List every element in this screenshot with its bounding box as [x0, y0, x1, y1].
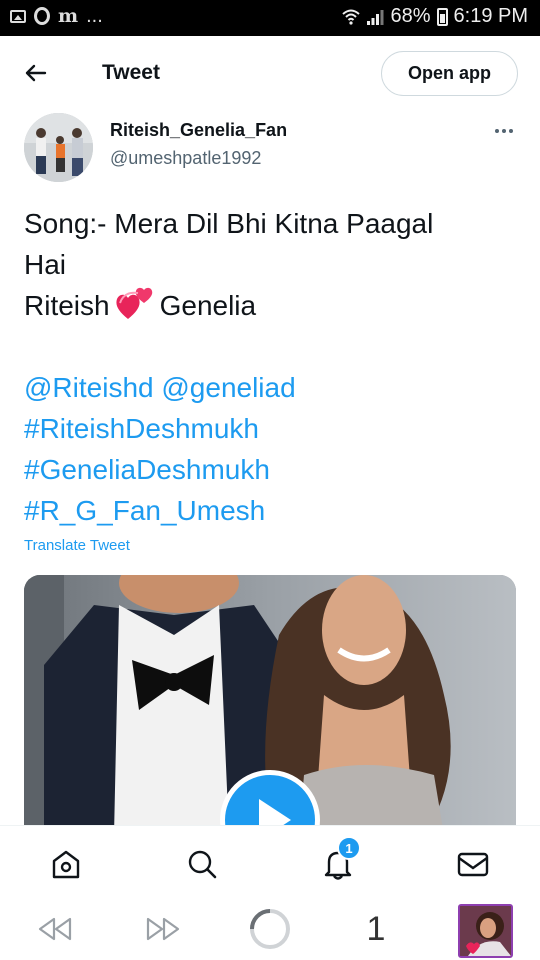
page-title: Tweet [102, 61, 160, 84]
status-time: 6:19 PM [453, 5, 528, 27]
home-icon [52, 850, 80, 879]
signal-icon [367, 9, 384, 25]
back-button[interactable] [18, 58, 54, 88]
open-app-button[interactable]: Open app [381, 51, 518, 96]
nav-search[interactable] [184, 846, 220, 882]
mention-link[interactable]: @geneliad [161, 372, 295, 403]
tweet-text: Song:- Mera Dil Bhi Kitna Paagal Hai Rit… [24, 203, 524, 531]
tweet-header: Tweet Open app [0, 36, 540, 110]
battery-icon [436, 7, 448, 26]
battery-percent: 68% [390, 5, 431, 27]
author-handle[interactable]: @umeshpatle1992 [110, 148, 261, 169]
browser-forward-button[interactable] [140, 909, 188, 949]
profile-thumbnail[interactable] [458, 904, 513, 958]
rewind-icon [38, 917, 72, 941]
hashtag-link[interactable]: #RiteishDeshmukh [24, 408, 524, 449]
tweet-text-line-3: Riteish Genelia [24, 285, 524, 326]
m-app-icon: m [58, 5, 79, 27]
messages-icon [457, 852, 489, 877]
status-bar: m ... 68% 6:19 PM [0, 0, 540, 36]
avatar[interactable] [24, 113, 93, 182]
hashtag-link[interactable]: #GeneliaDeshmukh [24, 449, 524, 490]
dot [502, 129, 506, 133]
browser-back-button[interactable] [30, 909, 78, 949]
gallery-icon [10, 9, 26, 23]
tweet-mentions-line: @Riteishd @geneliad [24, 367, 524, 408]
nav-home[interactable] [48, 846, 84, 882]
author-name[interactable]: Riteish_Genelia_Fan [110, 120, 287, 141]
opera-icon [34, 7, 50, 25]
more-notifications-text: ... [86, 5, 103, 27]
tweet-text-riteish: Riteish [24, 290, 110, 321]
hashtag-link[interactable]: #R_G_Fan_Umesh [24, 490, 524, 531]
nav-messages[interactable] [455, 846, 491, 882]
notification-badge: 1 [337, 836, 361, 860]
tweet-text-line-1: Song:- Mera Dil Bhi Kitna Paagal [24, 208, 434, 239]
revolving-hearts-icon [116, 287, 152, 319]
tweet-text-genelia: Genelia [159, 290, 257, 321]
status-bar-system: 68% 6:19 PM [342, 5, 528, 28]
mention-link[interactable]: @Riteishd [24, 372, 154, 403]
fast-forward-icon [146, 917, 180, 941]
status-bar-notifications: m ... [10, 6, 103, 26]
bottom-navigation [0, 825, 540, 897]
more-horizontal-icon[interactable] [488, 118, 520, 144]
tab-count[interactable]: 1 [356, 909, 396, 949]
loading-spinner-icon [250, 909, 290, 949]
wifi-icon [342, 9, 361, 25]
translate-tweet-link[interactable]: Translate Tweet [24, 537, 130, 554]
search-icon [188, 850, 217, 879]
avatar-photo [24, 113, 93, 182]
profile-thumbnail-image [460, 906, 511, 956]
dot [495, 129, 499, 133]
dot [509, 129, 513, 133]
browser-reload-button[interactable] [246, 909, 294, 949]
arrow-left-icon [25, 64, 47, 82]
tweet-text-line-2: Hai [24, 249, 67, 280]
